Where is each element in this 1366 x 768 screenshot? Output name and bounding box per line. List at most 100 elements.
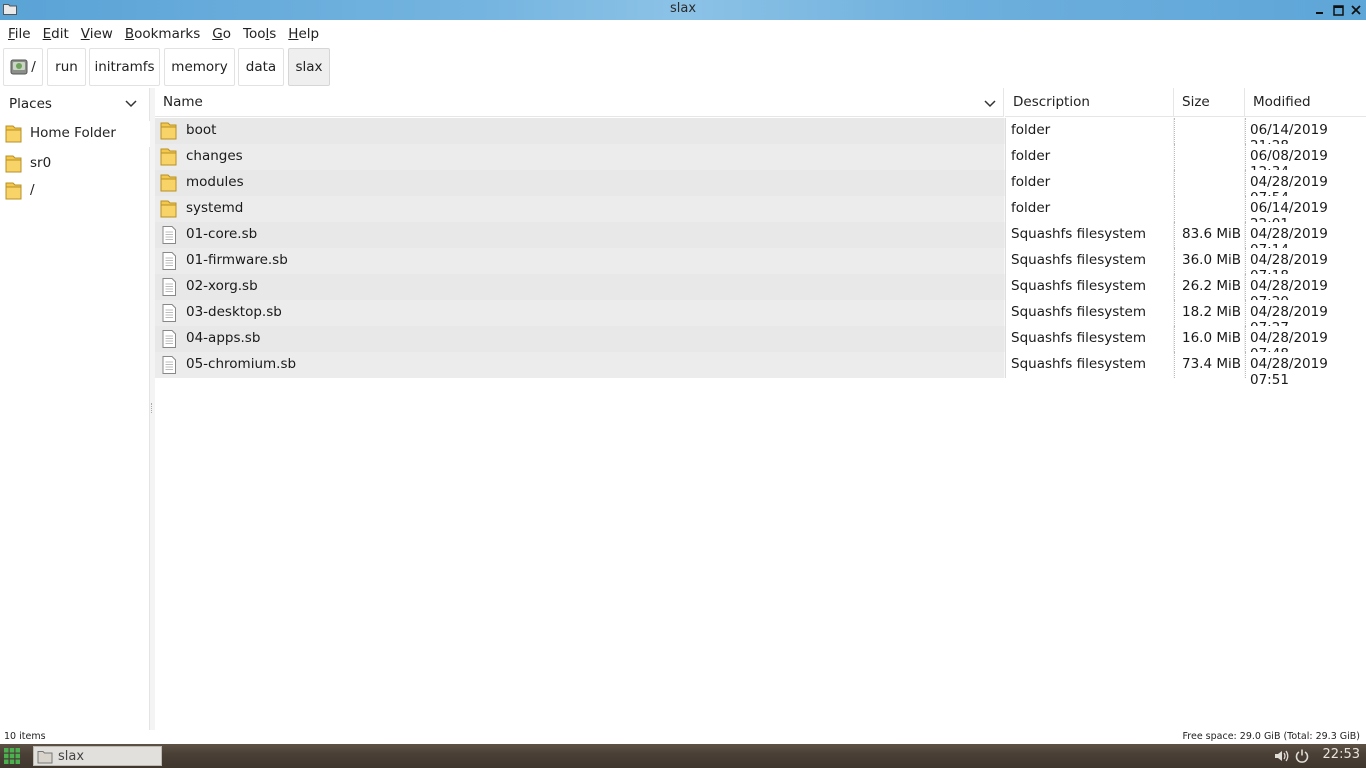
table-row[interactable]: systemd folder 06/14/2019 22:01 (155, 196, 1366, 232)
file-description: Squashfs filesystem (1005, 222, 1173, 248)
name-cell[interactable]: modules (155, 170, 1004, 196)
maximize-button[interactable] (1329, 0, 1347, 20)
file-description: Squashfs filesystem (1005, 274, 1173, 300)
file-name: modules (186, 174, 244, 190)
places-header[interactable]: Places (0, 88, 150, 120)
crumb-label: memory (171, 59, 228, 75)
crumb-run[interactable]: run (47, 48, 86, 86)
file-description: folder (1005, 170, 1173, 196)
file-size: 18.2 MiB (1174, 300, 1244, 326)
file-size: 26.2 MiB (1174, 274, 1244, 300)
name-cell[interactable]: systemd (155, 196, 1004, 222)
table-row[interactable]: 05-chromium.sb Squashfs filesystem 73.4 Mi… (155, 352, 1366, 388)
close-button[interactable] (1347, 0, 1365, 20)
menubar: File Edit View Bookmarks Go Tools Help (0, 22, 1366, 47)
file-description: folder (1005, 144, 1173, 170)
folder-icon (160, 148, 177, 166)
name-cell[interactable]: boot (155, 118, 1004, 144)
table-row[interactable]: modules folder 04/28/2019 07:54 (155, 170, 1366, 206)
file-modified: 04/28/2019 07:54 (1245, 170, 1366, 206)
table-row[interactable]: boot folder 06/14/2019 21:28 (155, 118, 1366, 154)
taskbar-window-slax[interactable]: slax (33, 746, 162, 766)
menu-bookmarks[interactable]: Bookmarks (119, 22, 206, 47)
file-name: changes (186, 148, 243, 164)
status-bar: 10 items Free space: 29.0 GiB (Total: 29… (0, 730, 1366, 744)
minimize-button[interactable] (1311, 0, 1329, 20)
crumb-memory[interactable]: memory (164, 48, 235, 86)
start-menu-icon[interactable] (3, 747, 21, 765)
close-icon (1351, 5, 1361, 15)
name-cell[interactable]: 02-xorg.sb (155, 274, 1004, 300)
menu-go[interactable]: Go (206, 22, 237, 47)
menu-tools[interactable]: Tools (237, 22, 282, 47)
crumb-initramfs[interactable]: initramfs (89, 48, 160, 86)
name-cell[interactable]: 01-firmware.sb (155, 248, 1004, 274)
crumb-label: slax (295, 59, 323, 75)
file-modified: 04/28/2019 07:14 (1245, 222, 1366, 258)
power-icon[interactable] (1294, 748, 1310, 764)
file-size: 16.0 MiB (1174, 326, 1244, 352)
file-description: Squashfs filesystem (1005, 352, 1173, 378)
file-size: 83.6 MiB (1174, 222, 1244, 248)
menu-edit[interactable]: Edit (37, 22, 75, 47)
chevron-down-icon (984, 100, 996, 108)
window-titlebar[interactable]: slax (0, 0, 1366, 20)
column-label: Description (1013, 94, 1090, 110)
clock: 22:53 (1322, 747, 1360, 762)
sidebar-item-home-folder[interactable]: Home Folder (0, 121, 150, 147)
item-count: 10 items (4, 731, 46, 742)
file-modified: 04/28/2019 07:18 (1245, 248, 1366, 284)
name-cell[interactable]: 03-desktop.sb (155, 300, 1004, 326)
column-header-name[interactable]: Name (155, 88, 1004, 117)
menu-view[interactable]: View (75, 22, 119, 47)
places-sidebar: Places Home Folder sr0 / (0, 88, 150, 730)
sidebar-item-label: / (30, 182, 35, 198)
file-name: 04-apps.sb (186, 330, 261, 346)
crumb-data[interactable]: data (238, 48, 284, 86)
column-label: Name (163, 94, 203, 110)
crumb-label: data (245, 59, 277, 75)
file-name: 01-core.sb (186, 226, 258, 242)
table-row[interactable]: 01-core.sb Squashfs filesystem 83.6 MiB 04/… (155, 222, 1366, 258)
file-icon (162, 356, 176, 374)
path-bar: / run initramfs memory data slax (0, 47, 1366, 87)
name-cell[interactable]: changes (155, 144, 1004, 170)
column-header-size[interactable]: Size (1174, 88, 1245, 117)
menu-help[interactable]: Help (282, 22, 325, 47)
file-modified: 06/08/2019 12:34 (1245, 144, 1366, 180)
table-row[interactable]: 03-desktop.sb Squashfs filesystem 18.2 MiB… (155, 300, 1366, 336)
crumb-root[interactable]: / (3, 48, 43, 86)
file-modified: 06/14/2019 22:01 (1245, 196, 1366, 232)
folder-icon (5, 125, 22, 143)
sidebar-item-label: Home Folder (30, 125, 116, 141)
table-row[interactable]: 04-apps.sb Squashfs filesystem 16.0 MiB 04/… (155, 326, 1366, 362)
file-list: Name Description Size Modified boot folde… (155, 88, 1366, 730)
window-title: slax (669, 1, 697, 16)
file-icon (162, 304, 176, 322)
file-modified: 04/28/2019 07:51 (1245, 352, 1366, 388)
column-header-description[interactable]: Description (1005, 88, 1174, 117)
table-row[interactable]: 01-firmware.sb Squashfs filesystem 36.0 Mi… (155, 248, 1366, 284)
table-row[interactable]: 02-xorg.sb Squashfs filesystem 26.2 MiB 04/… (155, 274, 1366, 310)
name-cell[interactable]: 04-apps.sb (155, 326, 1004, 352)
table-row[interactable]: changes folder 06/08/2019 12:34 (155, 144, 1366, 180)
name-cell[interactable]: 05-chromium.sb (155, 352, 1004, 378)
sidebar-item-sr0[interactable]: sr0 (0, 151, 150, 177)
file-icon (162, 330, 176, 348)
file-size (1174, 144, 1244, 170)
file-modified: 04/28/2019 07:27 (1245, 300, 1366, 336)
sidebar-item-root[interactable]: / (0, 178, 150, 204)
drive-icon (10, 59, 28, 75)
file-description: folder (1005, 196, 1173, 222)
maximize-icon (1332, 4, 1344, 16)
crumb-slax[interactable]: slax (288, 48, 330, 86)
menu-file[interactable]: File (2, 22, 37, 47)
column-header-modified[interactable]: Modified (1245, 88, 1366, 117)
folder-icon (160, 122, 177, 140)
file-icon (162, 226, 176, 244)
name-cell[interactable]: 01-core.sb (155, 222, 1004, 248)
volume-icon[interactable] (1273, 748, 1289, 764)
column-label: Modified (1253, 94, 1311, 110)
task-label: slax (58, 749, 85, 764)
folder-icon (37, 751, 53, 764)
